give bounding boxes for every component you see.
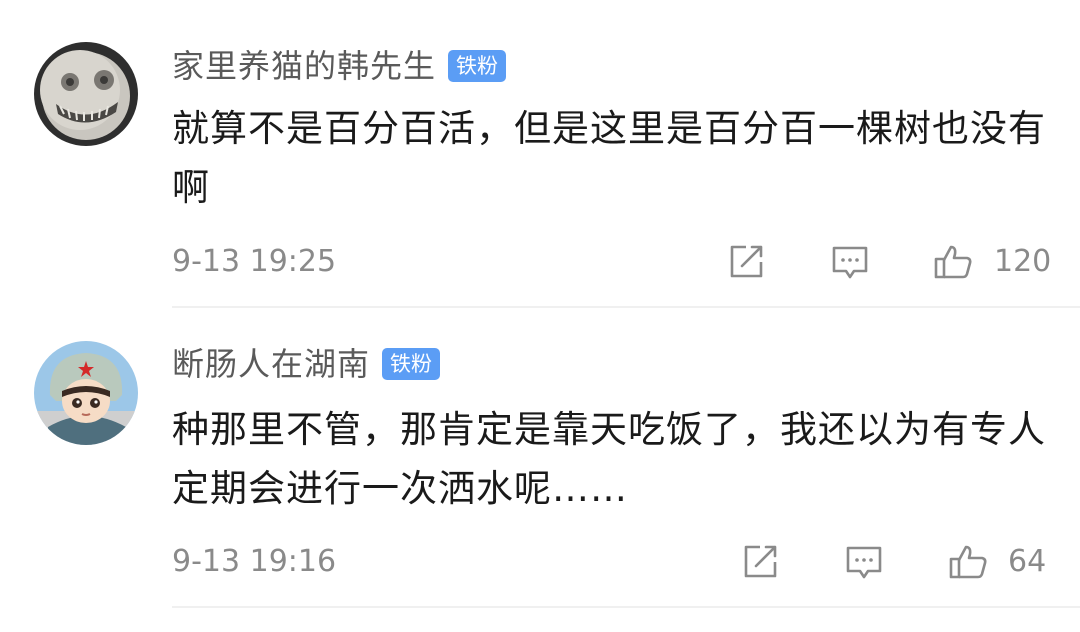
username[interactable]: 断肠人在湖南 <box>172 342 370 386</box>
comment-text: 种那里不管，那肯定是靠天吃饭了，我还以为有专人定期会进行一次洒水呢…… <box>172 408 1046 510</box>
like-count: 64 <box>1008 544 1047 579</box>
share-icon[interactable] <box>740 542 780 582</box>
divider <box>172 606 1080 608</box>
cartoon-pilot-icon <box>34 341 138 445</box>
comment-icon[interactable] <box>844 542 884 582</box>
fan-badge: 铁粉 <box>382 348 441 380</box>
comment-meta: 9-13 19:16 64 <box>0 540 1080 584</box>
comment-item <box>0 0 1080 300</box>
comment-item: 断肠人在湖南 铁粉 种那里不管，那肯定是靠天吃饭了，我还以为有专人定期会进行一次… <box>0 308 1080 608</box>
avatar[interactable] <box>34 341 138 445</box>
timestamp: 9-13 19:16 <box>172 544 337 579</box>
thumbs-up-icon[interactable] <box>948 542 988 582</box>
